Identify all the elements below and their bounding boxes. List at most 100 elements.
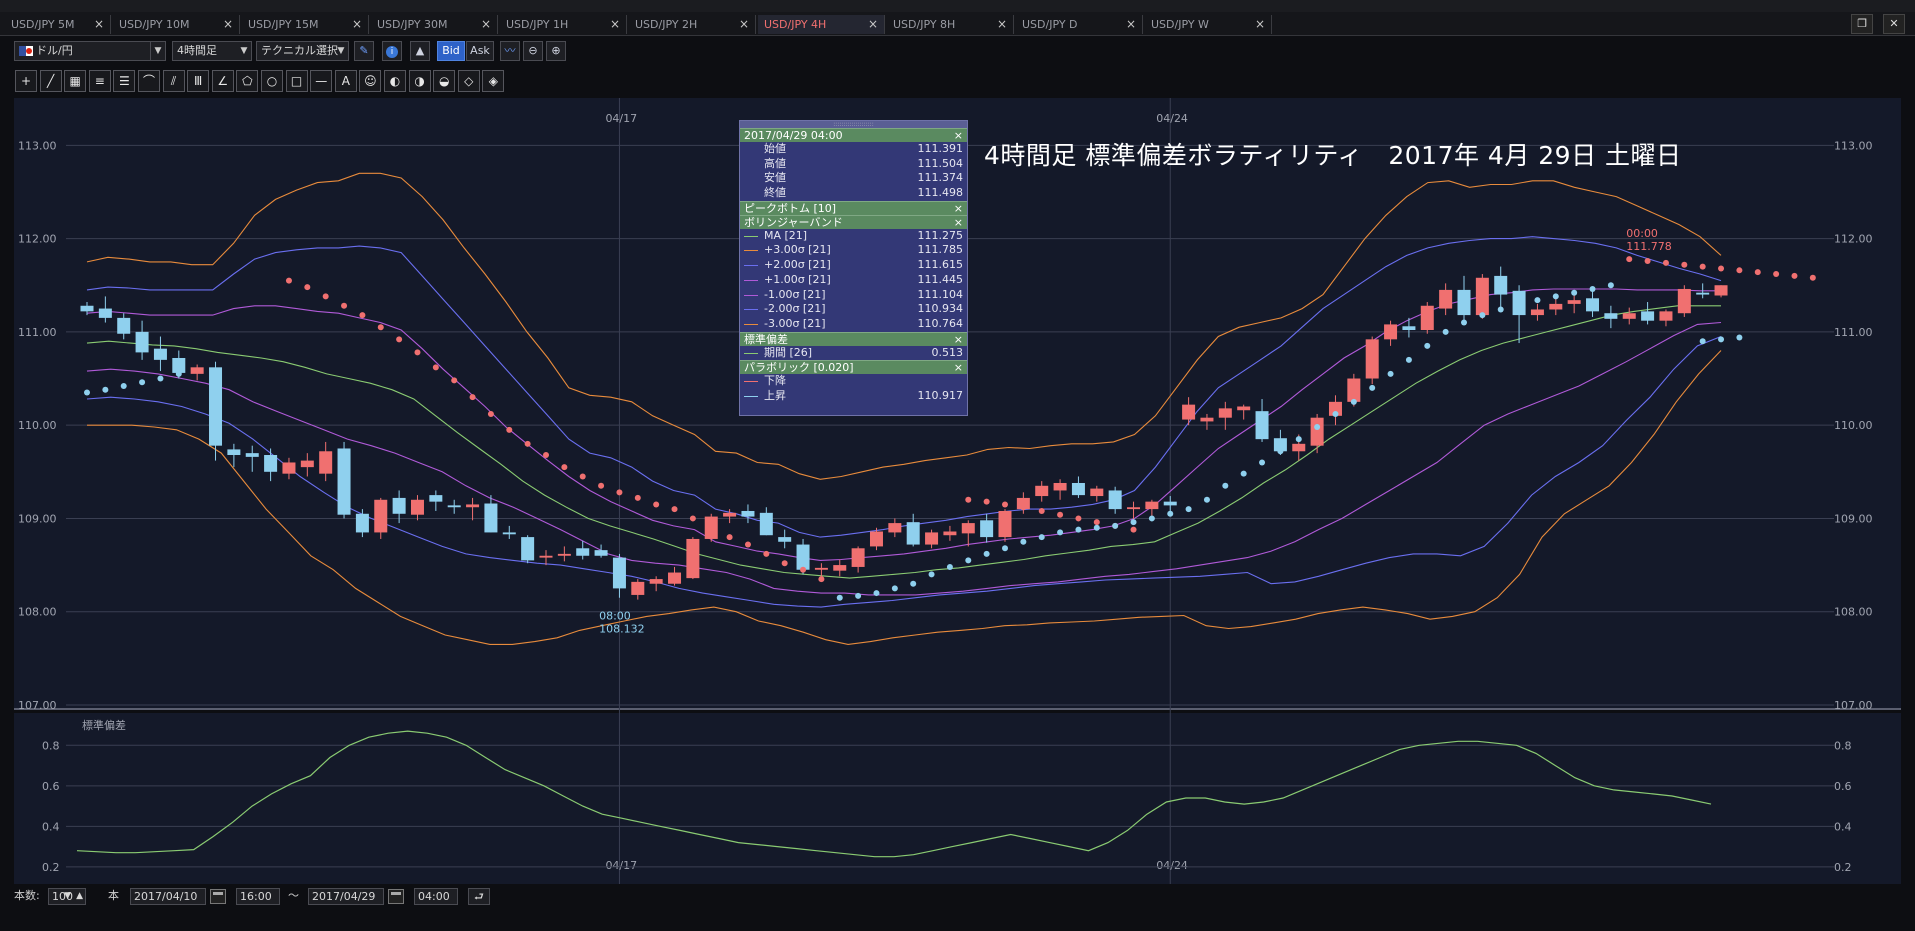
sar-dot-up (1332, 410, 1339, 417)
calendar-icon[interactable] (388, 889, 404, 904)
candle-body (1604, 313, 1618, 319)
candle-body (1420, 305, 1434, 331)
to-date-input[interactable]: 2017/04/29 (308, 888, 384, 905)
calendar-icon[interactable] (210, 889, 226, 904)
grid-tool-icon[interactable]: Ⅲ (187, 70, 210, 92)
close-icon[interactable]: × (954, 333, 963, 346)
sar-dot-up (1112, 522, 1119, 529)
zoom-in-icon[interactable]: ⊕ (546, 41, 566, 61)
tab-usd-jpy-30m[interactable]: USD/JPY 30M × (371, 15, 498, 34)
sar-dot-down (1699, 263, 1706, 270)
tab-usd-jpy-1h[interactable]: USD/JPY 1H × (500, 15, 627, 34)
data-panel[interactable]: :::::::::::::::::::: 2017/04/29 04:00 × 始値 1… (739, 120, 968, 416)
sar-dot-down (653, 501, 660, 508)
tab-close-icon[interactable]: × (610, 15, 620, 34)
close-icon[interactable]: × (954, 361, 963, 374)
candle-body (190, 367, 204, 374)
candle-body (869, 531, 883, 547)
hline-tool-icon[interactable]: — (310, 70, 333, 92)
tab-label: USD/JPY 1H (506, 18, 569, 31)
tab-usd-jpy-2h[interactable]: USD/JPY 2H × (629, 15, 756, 34)
tab-close-icon[interactable]: × (1126, 15, 1136, 34)
rectangle-tool-icon[interactable]: □ (285, 70, 308, 92)
from-time-input[interactable]: 16:00 (236, 888, 280, 905)
currency-pair-label: ドル/円 (36, 44, 73, 57)
sar-dot-up (1516, 300, 1523, 307)
candle-body (466, 504, 480, 508)
tab-usd-jpy-5m[interactable]: USD/JPY 5M × (5, 15, 111, 34)
text-tool-icon[interactable]: A (334, 70, 357, 92)
pitchfork-tool-icon[interactable]: ⫽ (162, 70, 185, 92)
bar-count-input[interactable]: 100 ▼ ▲ (48, 888, 86, 905)
sar-dot-up (1607, 282, 1614, 289)
parallel-lines-tool-icon[interactable]: ☰ (113, 70, 136, 92)
sar-dot-up (1075, 526, 1082, 533)
line-tool-icon[interactable]: ╱ (39, 70, 62, 92)
angle-tool-icon[interactable]: ∠ (211, 70, 234, 92)
pencil-icon[interactable]: ✎ (354, 41, 374, 61)
tab-close-icon[interactable]: × (1255, 15, 1265, 34)
tab-usd-jpy-d[interactable]: USD/JPY D × (1016, 15, 1143, 34)
circle-tool-icon[interactable]: ○ (261, 70, 283, 92)
tab-usd-jpy-15m[interactable]: USD/JPY 15M × (242, 15, 369, 34)
close-icon[interactable]: × (954, 202, 963, 215)
from-date-input[interactable]: 2017/04/10 (130, 888, 206, 905)
close-window-icon[interactable]: ✕ (1883, 14, 1905, 34)
to-time-input[interactable]: 04:00 (414, 888, 458, 905)
bottom-time-label: 08:00 (599, 609, 631, 622)
refresh-button[interactable]: ⮐ (468, 888, 490, 905)
tab-close-icon[interactable]: × (94, 15, 104, 34)
stepper-down-icon[interactable]: ▼ (64, 889, 71, 904)
legend-swatch (744, 279, 758, 281)
polygon-tool-icon[interactable]: ⬠ (236, 70, 259, 92)
icon-tool-icon[interactable]: ☺ (359, 70, 382, 92)
close-icon[interactable]: × (954, 216, 963, 229)
bid-button[interactable]: Bid (437, 41, 465, 61)
ruler-tool-icon[interactable]: ▦ (64, 70, 87, 92)
restore-window-icon[interactable]: ❐ (1851, 14, 1874, 34)
zoom-out-icon[interactable]: ⊖ (523, 41, 543, 61)
technical-select[interactable]: テクニカル選択 ▼ (256, 41, 349, 61)
tab-usd-jpy-10m[interactable]: USD/JPY 10M × (113, 15, 240, 34)
panel-grip[interactable]: :::::::::::::::::::: (740, 121, 967, 128)
fill-3-tool-icon[interactable]: ◒ (433, 70, 456, 92)
measure-tool-icon[interactable]: ◈ (482, 70, 505, 92)
tab-close-icon[interactable]: × (997, 15, 1007, 34)
stddev-row: 期間 [26] 0.513 (740, 346, 967, 361)
sar-dot-up (1057, 529, 1064, 536)
tab-close-icon[interactable]: × (868, 15, 878, 34)
tab-usd-jpy-w[interactable]: USD/JPY W × (1145, 15, 1272, 34)
ask-button[interactable]: Ask (466, 41, 494, 61)
tab-usd-jpy-4h[interactable]: USD/JPY 4H × (758, 15, 885, 34)
sar-dot-up (84, 389, 90, 396)
tab-close-icon[interactable]: × (352, 15, 362, 34)
tab-close-icon[interactable]: × (223, 15, 233, 34)
info-icon[interactable]: i (382, 41, 402, 61)
tab-close-icon[interactable]: × (481, 15, 491, 34)
tab-usd-jpy-8h[interactable]: USD/JPY 8H × (887, 15, 1014, 34)
fib-lines-tool-icon[interactable]: ≡ (88, 70, 111, 92)
candle-body (1310, 417, 1324, 446)
fill-1-tool-icon[interactable]: ◐ (384, 70, 406, 92)
arc-tool-icon[interactable]: ⌒ (138, 70, 160, 92)
bollinger-row: -3.00σ [21] 110.764 (740, 317, 967, 332)
candle-body (1714, 285, 1728, 296)
eraser-tool-icon[interactable]: ◇ (457, 70, 480, 92)
chevron-down-icon: ▼ (337, 46, 345, 56)
period-select[interactable]: 4時間足 ▼ (172, 41, 252, 61)
candle-body (1384, 324, 1398, 340)
candle-body (1053, 482, 1067, 491)
area-chart-icon[interactable]: ▲ (410, 41, 430, 61)
sar-dot-down (671, 506, 678, 513)
indicator-icon[interactable]: 〰 (500, 41, 520, 61)
stepper-up-icon[interactable]: ▲ (76, 889, 83, 904)
fill-2-tool-icon[interactable]: ◑ (408, 70, 431, 92)
candle-body (1677, 288, 1691, 314)
tab-close-icon[interactable]: × (739, 15, 749, 34)
crosshair-tool-icon[interactable]: + (15, 70, 37, 92)
candle-body (1071, 482, 1085, 496)
candle-body (557, 553, 571, 556)
sar-dot-up (1736, 334, 1743, 341)
currency-pair-select[interactable]: ドル/円 ▼ (14, 41, 166, 61)
close-icon[interactable]: × (954, 129, 963, 142)
